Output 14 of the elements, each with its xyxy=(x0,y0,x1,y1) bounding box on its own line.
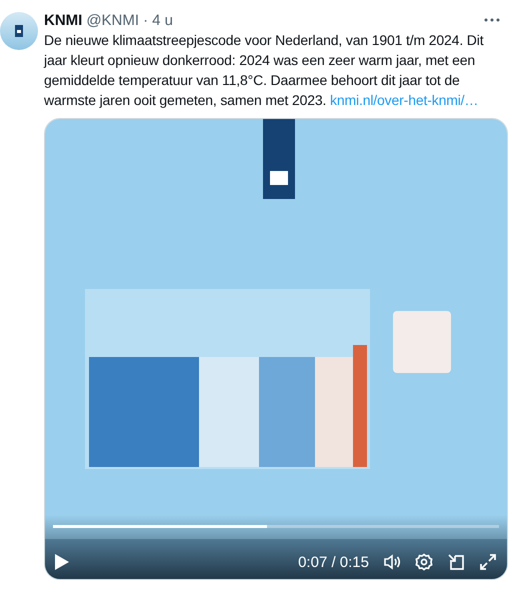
author-handle[interactable]: @KNMI xyxy=(86,12,140,28)
post-time[interactable]: 4 u xyxy=(152,12,173,28)
picture-in-picture-icon[interactable] xyxy=(447,553,465,571)
settings-icon[interactable] xyxy=(415,553,433,571)
fullscreen-icon[interactable] xyxy=(479,553,497,571)
video-time: 0:07 / 0:15 xyxy=(298,554,369,570)
volume-icon[interactable] xyxy=(383,554,401,570)
separator: · xyxy=(143,12,148,28)
avatar[interactable] xyxy=(0,12,38,50)
play-icon[interactable] xyxy=(55,554,69,570)
logo-icon xyxy=(15,25,23,37)
post-text: De nieuwe klimaatstreepjescode voor Nederland, van 1901 t/m 2024. Dit jaar kleurt opnieuw donkerrood: 2024 was een zeer warm jaar, met een gemiddelde temperatuur van 11,8°C. Daarmee behoort dit jaar tot de warmste jaren ooit gemeten, samen met 2023. knmi.nl/over-het-knmi/… xyxy=(44,31,484,110)
author-name[interactable]: KNMI xyxy=(44,12,82,28)
more-icon[interactable] xyxy=(484,18,500,22)
